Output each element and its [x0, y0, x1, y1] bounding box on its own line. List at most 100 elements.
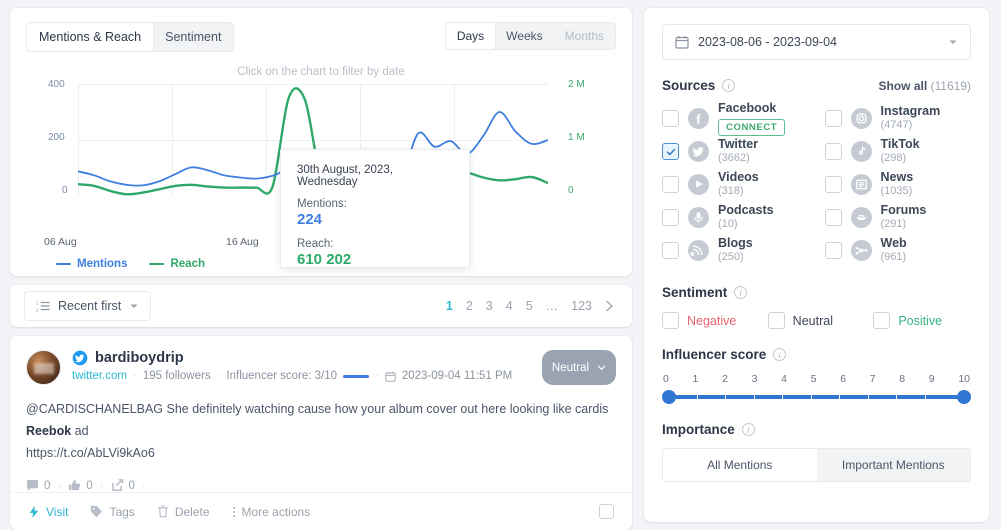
source-checkbox-twitter[interactable] — [662, 143, 679, 160]
sentiment-option-positive[interactable]: Positive — [873, 312, 971, 329]
source-checkbox-instagram[interactable] — [824, 110, 842, 127]
source-item-videos[interactable]: Videos (318) — [662, 168, 809, 201]
page-1[interactable]: 1 — [446, 299, 453, 313]
page-2[interactable]: 2 — [466, 299, 473, 313]
source-connect-badge-facebook[interactable]: CONNECT — [718, 118, 786, 136]
influencer-tick-4: 4 — [781, 373, 787, 385]
influencer-tick-6: 6 — [840, 373, 847, 385]
sort-dropdown[interactable]: 1 2 Recent first — [24, 291, 152, 322]
svg-text:f: f — [696, 111, 701, 126]
importance-important-mentions[interactable]: Important Mentions — [817, 449, 971, 481]
source-name-web: Web — [880, 235, 907, 250]
source-name-twitter: Twitter — [718, 136, 759, 151]
legend-item-reach: Reach — [149, 258, 205, 270]
source-name-tiktok: TikTok — [880, 136, 920, 151]
author-username[interactable]: bardiboydrip — [95, 350, 184, 366]
source-name-blogs: Blogs — [718, 235, 753, 250]
slider-handle-min[interactable] — [662, 390, 676, 404]
source-checkbox-web[interactable] — [824, 242, 842, 259]
source-item-forums[interactable]: Forums (291) — [824, 201, 972, 234]
source-checkbox-facebook[interactable] — [662, 110, 679, 127]
importance-toggle[interactable]: All Mentions Important Mentions — [662, 448, 971, 482]
y-axis-tick-left-0: 0 — [62, 185, 68, 196]
pagination[interactable]: 1 2 3 4 5 … 123 — [446, 299, 618, 313]
source-item-tiktok[interactable]: TikTok (298) — [824, 135, 972, 168]
sentiment-option-negative[interactable]: Negative — [662, 312, 760, 329]
page-123[interactable]: 123 — [571, 299, 592, 313]
source-text-instagram: Instagram (4747) — [881, 104, 941, 133]
meta-separator-2: · — [216, 370, 221, 383]
info-icon[interactable]: i — [773, 348, 787, 361]
source-item-web[interactable]: Web (961) — [824, 234, 972, 267]
sentiment-option-neutral[interactable]: Neutral — [767, 312, 866, 329]
legend-swatch-mentions — [56, 262, 71, 266]
play-icon — [688, 174, 709, 195]
sentiment-checkbox-negative[interactable] — [662, 312, 679, 329]
show-all-label: Show all — [878, 78, 928, 93]
page-5[interactable]: 5 — [526, 299, 533, 313]
source-checkbox-tiktok[interactable] — [824, 143, 842, 160]
sources-grid: f Facebook CONNECT Instagram (4747) Twitter (3… — [662, 101, 972, 267]
avatar[interactable] — [26, 350, 61, 386]
facebook-icon: f — [688, 108, 709, 129]
source-item-instagram[interactable]: Instagram (4747) — [824, 102, 972, 135]
influencer-tick-3: 3 — [751, 373, 758, 385]
meta-separator-1: · — [132, 370, 137, 383]
source-link[interactable]: twitter.com — [72, 370, 127, 382]
source-item-twitter[interactable]: Twitter (3662) — [662, 135, 809, 168]
slider-tickmark — [867, 395, 869, 399]
page-3[interactable]: 3 — [486, 299, 493, 313]
source-checkbox-news[interactable] — [824, 176, 842, 193]
info-icon[interactable]: i — [722, 79, 736, 92]
influencer-slider[interactable] — [662, 390, 971, 404]
more-actions-button[interactable]: More actions — [232, 505, 310, 519]
info-icon[interactable]: i — [734, 286, 748, 299]
influencer-header: Influencer score i — [662, 347, 971, 362]
source-name-podcasts: Podcasts — [718, 202, 774, 217]
granularity-days[interactable]: Days — [445, 23, 496, 49]
source-count-blogs: (250) — [718, 251, 744, 264]
influencer-tick-1: 1 — [692, 373, 699, 385]
importance-all-mentions[interactable]: All Mentions — [663, 449, 817, 481]
mention-header: bardiboydrip twitter.com · 195 followers… — [26, 350, 616, 386]
source-item-news[interactable]: News (1035) — [824, 168, 972, 201]
granularity-toggle[interactable]: Days Weeks Months — [444, 22, 616, 50]
legend-label-reach: Reach — [170, 258, 206, 270]
chart-tabs[interactable]: Mentions & Reach Sentiment — [26, 22, 235, 52]
granularity-weeks[interactable]: Weeks — [495, 23, 553, 49]
mention-select-checkbox[interactable] — [599, 504, 614, 519]
source-checkbox-blogs[interactable] — [662, 242, 679, 259]
dashboard: Mentions & Reach Sentiment Days Weeks Mo… — [0, 0, 1001, 530]
source-checkbox-podcasts[interactable] — [662, 209, 679, 226]
web-icon — [850, 240, 872, 261]
tags-button[interactable]: Tags — [90, 505, 135, 519]
slider-handle-max[interactable] — [957, 390, 971, 404]
tab-mentions-reach[interactable]: Mentions & Reach — [27, 23, 154, 51]
source-name-facebook: Facebook — [718, 101, 777, 116]
source-item-podcasts[interactable]: Podcasts (10) — [662, 201, 809, 234]
page-4[interactable]: 4 — [506, 299, 513, 313]
info-icon[interactable]: i — [741, 423, 755, 436]
y-axis-tick-left-200: 200 — [48, 132, 65, 143]
author-name-row: bardiboydrip — [72, 350, 531, 366]
source-checkbox-videos[interactable] — [662, 176, 679, 193]
sentiment-badge[interactable]: Neutral — [541, 350, 616, 386]
stat-shares: 0 — [111, 479, 135, 492]
mention-link[interactable]: https://t.co/AbLVi9kAo6 — [26, 446, 155, 460]
influencer-tick-0: 0 — [663, 373, 669, 385]
source-item-facebook[interactable]: f Facebook CONNECT — [662, 101, 809, 136]
show-all-sources[interactable]: Show all (11619) — [878, 79, 971, 93]
visit-button[interactable]: Visit — [28, 505, 68, 519]
tooltip-date: 30th August, 2023, Wednesday — [297, 164, 393, 188]
date-range-picker[interactable]: 2023-08-06 - 2023-09-04 — [662, 24, 971, 60]
show-all-count: (11619) — [930, 78, 971, 93]
source-item-blogs[interactable]: Blogs (250) — [662, 234, 809, 267]
sentiment-checkbox-neutral[interactable] — [767, 312, 785, 329]
sort-label: Recent first — [58, 299, 122, 314]
chevron-right-icon[interactable] — [605, 300, 614, 312]
sentiment-checkbox-positive[interactable] — [873, 312, 891, 329]
mention-text: @CARDISCHANELBAG She definitely watching… — [26, 399, 616, 465]
source-checkbox-forums[interactable] — [824, 209, 842, 226]
tab-sentiment[interactable]: Sentiment — [153, 23, 233, 51]
delete-button[interactable]: Delete — [157, 505, 210, 519]
